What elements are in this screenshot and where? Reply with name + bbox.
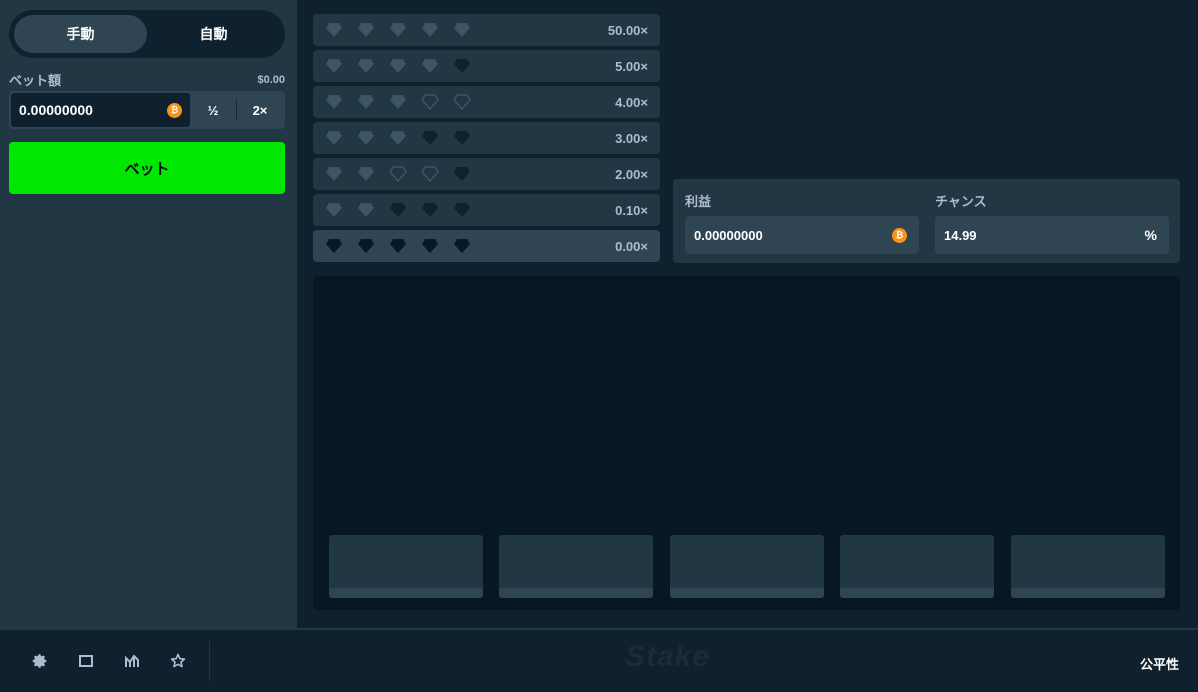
fairness-link[interactable]: 公平性 <box>1140 654 1179 673</box>
gem-icon <box>422 131 438 145</box>
gem-icon <box>358 203 374 217</box>
gem-icon <box>390 23 406 37</box>
chance-group: チャンス 14.99 % <box>935 191 1169 254</box>
bet-amount-label: ベット額 <box>9 73 62 88</box>
gem-slot-4 <box>840 535 994 598</box>
gem-slot-3 <box>670 535 824 598</box>
game-area <box>313 276 1180 610</box>
gem-icon <box>454 59 470 73</box>
gem-icon <box>421 94 439 110</box>
gem-icon <box>454 203 470 217</box>
gem-icon <box>390 239 406 253</box>
gem-icon <box>358 167 374 181</box>
gem-icon <box>358 95 374 109</box>
gem-icon <box>390 131 406 145</box>
gem-icon <box>326 203 342 217</box>
percent-sign: % <box>1144 227 1157 243</box>
paytable-row: 5.00× <box>313 50 660 82</box>
paytable-row: 0.00× <box>313 230 660 262</box>
gem-icon <box>454 131 470 145</box>
mode-toggle: 手動 自動 <box>9 10 285 58</box>
bitcoin-icon: ₿ <box>167 102 182 118</box>
paytable-row: 50.00× <box>313 14 660 46</box>
gem-group <box>325 165 471 183</box>
gem-icon <box>326 239 342 253</box>
paytable-multiplier: 4.00× <box>615 94 648 110</box>
gem-icon <box>421 166 439 182</box>
bet-input-row: 0.00000000 ₿ ½ 2× <box>9 91 285 129</box>
bet-amount-usd: $0.00 <box>257 73 285 86</box>
gem-group <box>325 57 471 75</box>
profit-label: 利益 <box>685 194 712 209</box>
paytable-multiplier: 50.00× <box>607 22 648 38</box>
gem-icon <box>390 95 406 109</box>
bet-amount-label-row: ベット額 $0.00 <box>9 70 285 89</box>
profit-value: 0.00000000 <box>694 227 763 243</box>
chance-value: 14.99 <box>944 227 977 243</box>
stats-icon[interactable] <box>109 638 155 684</box>
gem-icon <box>326 131 342 145</box>
paytable-row: 2.00× <box>313 158 660 190</box>
gem-icon <box>326 23 342 37</box>
footer-divider <box>209 641 210 681</box>
bet-sidebar: 手動 自動 ベット額 $0.00 0.00000000 ₿ ½ 2× ベット <box>0 0 297 628</box>
profit-group: 利益 0.00000000 ₿ <box>685 191 919 254</box>
tab-manual[interactable]: 手動 <box>14 15 147 53</box>
gem-slot-2 <box>499 535 653 598</box>
gem-icon <box>358 131 374 145</box>
gem-icon <box>422 203 438 217</box>
footer-bar: Stake 公平性 <box>0 628 1198 692</box>
bitcoin-icon: ₿ <box>892 227 907 243</box>
gem-icon <box>390 203 406 217</box>
paytable-multiplier: 0.00× <box>615 238 648 254</box>
gem-icon <box>358 23 374 37</box>
bet-amount-input[interactable]: 0.00000000 ₿ <box>11 93 190 127</box>
paytable: 50.00× 5.00× 4.00× 3.00× 2.00× 0.10× 0.00× <box>313 14 660 266</box>
paytable-row: 4.00× <box>313 86 660 118</box>
half-bet-button[interactable]: ½ <box>190 93 236 127</box>
gem-icon <box>389 166 407 182</box>
gem-icon <box>326 59 342 73</box>
gem-icon <box>422 239 438 253</box>
gem-slot-5 <box>1011 535 1165 598</box>
gem-group <box>325 201 471 219</box>
gem-icon <box>454 239 470 253</box>
paytable-multiplier: 3.00× <box>615 130 648 146</box>
footer-icons <box>0 630 201 692</box>
paytable-row: 0.10× <box>313 194 660 226</box>
gem-group <box>325 21 471 39</box>
gem-icon <box>453 94 471 110</box>
star-icon[interactable] <box>155 638 201 684</box>
gem-icon <box>390 59 406 73</box>
bet-amount-value: 0.00000000 <box>19 102 93 118</box>
stake-logo: Stake <box>625 640 711 673</box>
gem-icon <box>326 95 342 109</box>
gem-group <box>325 237 471 255</box>
gem-icon <box>422 23 438 37</box>
stats-panel: 利益 0.00000000 ₿ チャンス 14.99 % <box>673 179 1180 263</box>
gem-icon <box>358 239 374 253</box>
paytable-multiplier: 2.00× <box>615 166 648 182</box>
gem-group <box>325 129 471 147</box>
paytable-multiplier: 0.10× <box>615 202 648 218</box>
tab-auto[interactable]: 自動 <box>147 15 280 53</box>
gear-icon[interactable] <box>17 638 63 684</box>
chance-label: チャンス <box>935 194 987 209</box>
gem-slot-1 <box>329 535 483 598</box>
gem-icon <box>422 59 438 73</box>
gem-icon <box>454 167 470 181</box>
paytable-row: 3.00× <box>313 122 660 154</box>
square-icon[interactable] <box>63 638 109 684</box>
gem-group <box>325 93 471 111</box>
paytable-multiplier: 5.00× <box>615 58 648 74</box>
profit-field: 0.00000000 ₿ <box>685 216 919 254</box>
bet-button[interactable]: ベット <box>9 142 285 194</box>
double-bet-button[interactable]: 2× <box>237 93 283 127</box>
gem-icon <box>454 23 470 37</box>
gem-icon <box>358 59 374 73</box>
chance-field: 14.99 % <box>935 216 1169 254</box>
gem-icon <box>326 167 342 181</box>
